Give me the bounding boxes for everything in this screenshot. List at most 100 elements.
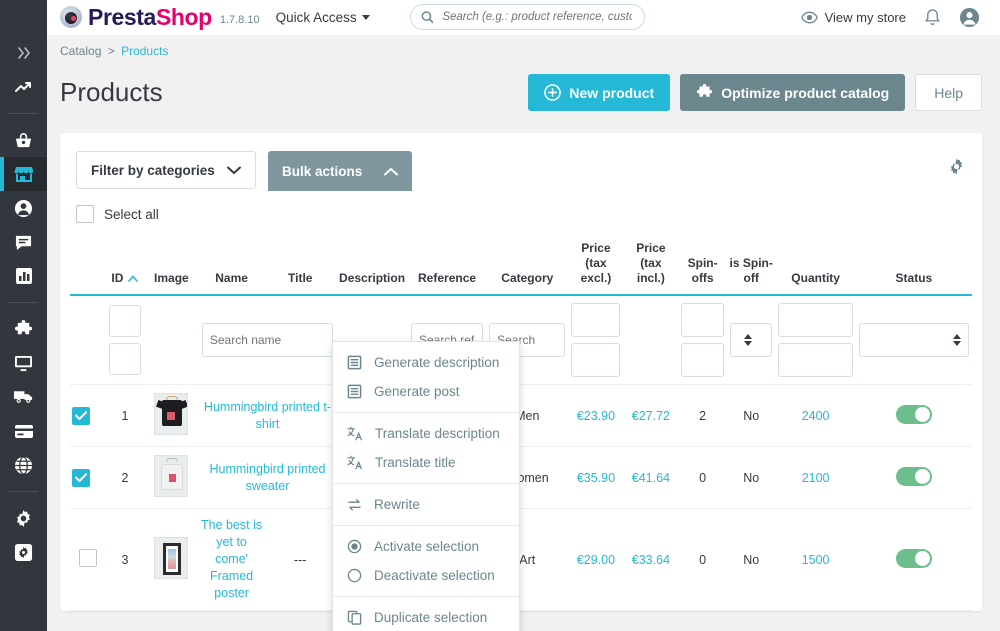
th-spinoffs[interactable]: Spin-offs (678, 237, 727, 296)
filter-id-from-input[interactable] (108, 305, 141, 337)
sidebar-item-orders[interactable] (0, 123, 47, 157)
column-settings-gear-button[interactable] (947, 157, 966, 181)
product-thumbnail[interactable] (154, 455, 189, 497)
filter-by-categories-dropdown[interactable]: Filter by categories (76, 151, 256, 189)
product-name-link[interactable]: Hummingbird printed sweater (209, 462, 325, 493)
menu-item-label: Activate selection (374, 539, 480, 554)
gear-box-icon (14, 543, 33, 561)
menu-item-deactivate-selection[interactable]: Deactivate selection (333, 561, 519, 590)
help-button[interactable]: Help (915, 74, 982, 111)
th-reference[interactable]: Reference (407, 237, 487, 296)
filter-price-excl-to-input[interactable] (571, 343, 621, 377)
row-image-cell (143, 384, 199, 447)
product-thumbnail[interactable] (154, 537, 189, 579)
th-title[interactable]: Title (264, 237, 337, 296)
th-status[interactable]: Status (855, 237, 972, 296)
new-product-button[interactable]: New product (528, 74, 671, 111)
breadcrumb-separator: > (107, 44, 115, 58)
product-thumbnail[interactable] (154, 393, 189, 435)
sidebar-item-dashboard[interactable] (0, 70, 47, 104)
row-quantity: 2100 (775, 446, 856, 509)
menu-item-duplicate-selection[interactable]: Duplicate selection (333, 603, 519, 631)
chevron-up-icon (384, 167, 399, 175)
global-search-box[interactable] (409, 4, 645, 30)
row-status-cell (855, 508, 972, 611)
sidebar-item-stats[interactable] (0, 259, 47, 293)
sidebar-item-design[interactable] (0, 346, 47, 380)
person-icon (14, 199, 33, 217)
account-avatar-icon[interactable] (959, 7, 980, 28)
menu-item-generate-description[interactable]: Generate description (333, 348, 519, 377)
sidebar-item-catalog[interactable] (0, 157, 47, 191)
page-header-actions: New product Optimize product catalog Hel… (528, 74, 982, 111)
quick-access-menu[interactable]: Quick Access (276, 10, 370, 25)
table-row[interactable]: 3 The best is yet to come' Framed poster… (70, 508, 972, 611)
status-toggle[interactable] (895, 404, 932, 424)
sidebar-item-expand[interactable] (0, 36, 47, 70)
menu-item-rewrite[interactable]: Rewrite (333, 490, 519, 519)
status-toggle[interactable] (895, 466, 932, 486)
brand-logo-group[interactable]: PrestaShop (60, 4, 212, 31)
th-price-incl[interactable]: Price (tax incl.) (623, 237, 679, 296)
sidebar-item-shipping[interactable] (0, 380, 47, 414)
th-image[interactable]: Image (143, 237, 199, 296)
menu-item-translate-description[interactable]: Translate description (333, 419, 519, 448)
filter-status-select[interactable] (858, 323, 969, 357)
row-checkbox[interactable] (72, 468, 90, 487)
optimize-product-catalog-button[interactable]: Optimize product catalog (680, 74, 906, 111)
th-name[interactable]: Name (198, 237, 265, 296)
sidebar-item-modules[interactable] (0, 312, 47, 346)
chevron-down-icon (227, 166, 241, 174)
th-id[interactable]: ID (105, 237, 144, 296)
sidebar-item-advanced-parameters[interactable] (0, 535, 47, 569)
search-input[interactable] (440, 10, 634, 24)
menu-item-generate-post[interactable]: Generate post (333, 377, 519, 406)
price-incl-value: €41.64 (631, 470, 670, 485)
quantity-value: 2100 (801, 470, 830, 485)
th-description[interactable]: Description (336, 237, 408, 296)
menu-item-label: Deactivate selection (374, 568, 495, 583)
sidebar-item-international[interactable] (0, 448, 47, 482)
th-quantity[interactable]: Quantity (775, 237, 856, 296)
sidebar-item-shop-parameters[interactable] (0, 501, 47, 535)
menu-item-translate-title[interactable]: Translate title (333, 448, 519, 477)
filter-spinoffs-to-input[interactable] (681, 343, 724, 377)
sidebar-item-customers[interactable] (0, 191, 47, 225)
store-icon (14, 167, 33, 182)
filter-is-spinoff-cell (726, 295, 776, 385)
select-all-checkbox[interactable] (76, 205, 94, 223)
th-category[interactable]: Category (486, 237, 569, 296)
filter-quantity-to-input[interactable] (778, 343, 853, 377)
table-row[interactable]: 2 Hummingbird printed sweater demo_3 (70, 446, 972, 509)
sort-asc-caret-icon (128, 275, 139, 282)
filter-name-input[interactable] (201, 323, 334, 357)
row-checkbox[interactable] (72, 406, 90, 425)
status-toggle[interactable] (895, 548, 932, 568)
sidebar-item-customer-service[interactable] (0, 225, 47, 259)
filter-is-spinoff-select[interactable] (729, 323, 773, 357)
th-price-excl[interactable]: Price (tax excl.) (568, 237, 624, 296)
filter-spinoffs-from-input[interactable] (681, 303, 724, 337)
notifications-bell-icon[interactable] (924, 8, 941, 27)
row-checkbox[interactable] (78, 549, 97, 567)
shopping-basket-icon (15, 132, 32, 147)
filter-price-excl-from-input[interactable] (571, 303, 621, 337)
sidebar-item-payment[interactable] (0, 414, 47, 448)
filter-id-to-input[interactable] (108, 343, 141, 375)
product-name-link[interactable]: The best is yet to come' Framed poster (201, 518, 262, 600)
product-name-link[interactable]: Hummingbird printed t-shirt (204, 400, 331, 431)
bulk-actions-button[interactable]: Bulk actions (268, 151, 413, 191)
breadcrumb-parent[interactable]: Catalog (60, 44, 101, 58)
truck-icon (13, 391, 33, 403)
table-row[interactable]: 1 Hummingbird printed t-shirt demo_1 (70, 384, 972, 447)
breadcrumb-current[interactable]: Products (121, 44, 168, 58)
view-my-store-link[interactable]: View my store (800, 10, 906, 25)
row-image-cell (143, 508, 199, 611)
menu-item-activate-selection[interactable]: Activate selection (333, 532, 519, 561)
price-incl-value: €27.72 (631, 408, 670, 423)
row-title: --- (264, 508, 337, 611)
row-spinoffs: 0 (678, 446, 727, 509)
th-is-spinoff[interactable]: is Spin-off (726, 237, 776, 296)
filter-quantity-from-input[interactable] (778, 303, 853, 337)
gear-icon (950, 158, 963, 175)
